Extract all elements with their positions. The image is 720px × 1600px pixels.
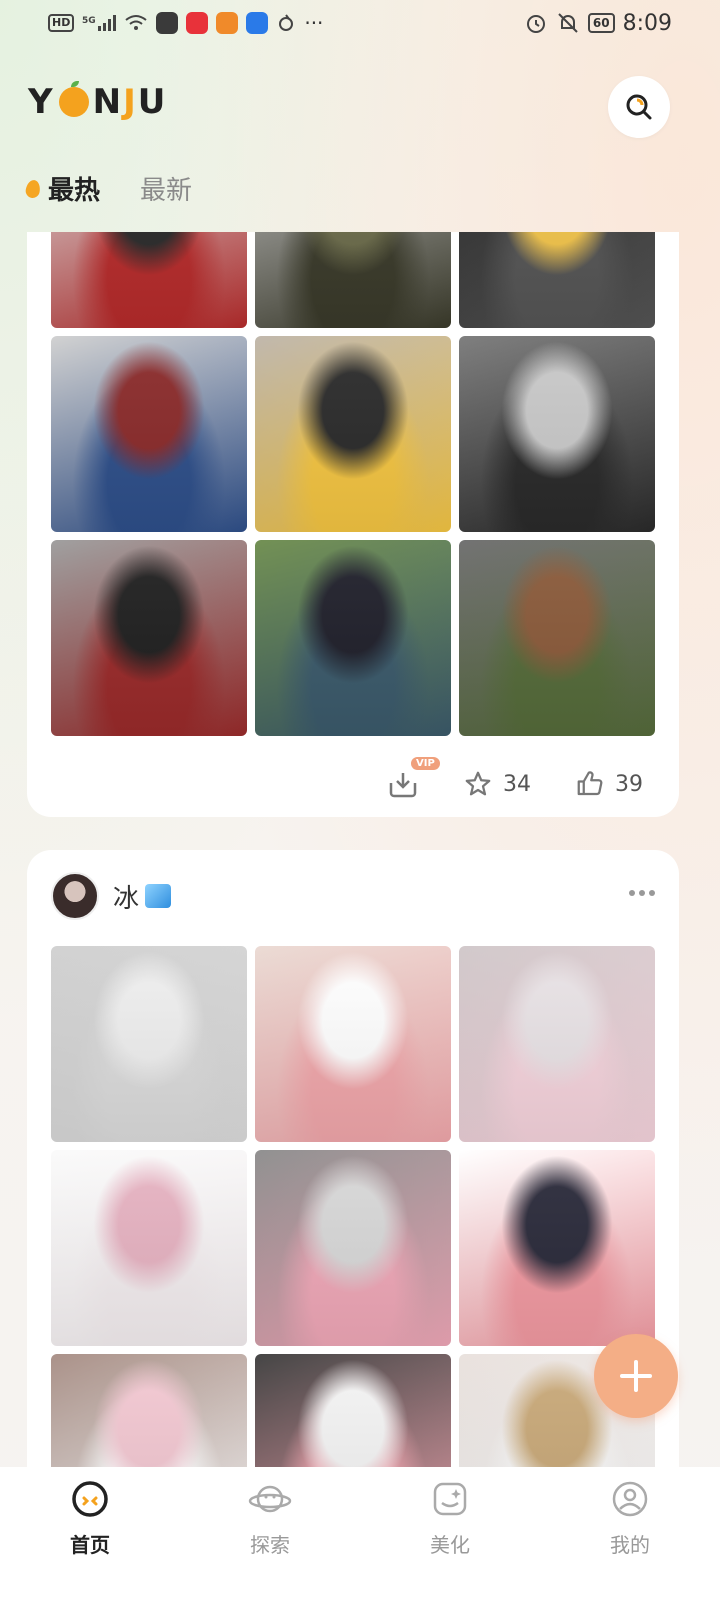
post-actions: VIP 34 39 xyxy=(387,757,643,799)
clock: 8:09 xyxy=(622,10,672,36)
sticker-icon xyxy=(433,1482,467,1516)
vip-badge: VIP xyxy=(411,757,440,770)
photo-pink-rose-bouquet-1[interactable] xyxy=(255,946,451,1142)
author-name[interactable]: 冰 xyxy=(113,878,172,915)
status-bar: HD 5G ··· 60 8:09 xyxy=(0,0,720,46)
photo-peace-sign-selfie[interactable] xyxy=(51,540,247,736)
feed-list[interactable]: #grid1 { top: -20px !important; } VIP 34 xyxy=(0,232,720,1467)
post-card: 冰 xyxy=(27,850,679,1467)
avatar[interactable] xyxy=(51,872,99,920)
like-button[interactable]: 39 xyxy=(575,769,643,799)
photo-pink-plush-toy[interactable] xyxy=(459,946,655,1142)
tab-newest[interactable]: 最新 xyxy=(140,170,192,207)
nav-label: 探索 xyxy=(250,1533,290,1557)
nav-beautify[interactable]: 美化 xyxy=(390,1479,510,1558)
home-face-icon xyxy=(72,1481,108,1517)
status-right: 60 8:09 xyxy=(524,11,672,36)
logo-letter: U xyxy=(137,82,168,122)
mute-bell-icon xyxy=(556,11,580,35)
nav-label: 我的 xyxy=(610,1533,650,1557)
nav-label: 首页 xyxy=(70,1533,110,1557)
photo-grid xyxy=(51,232,655,736)
download-button[interactable]: VIP xyxy=(387,757,440,799)
hd-badge: HD xyxy=(48,14,75,32)
tab-label: 最新 xyxy=(140,176,193,206)
ice-cube-icon xyxy=(145,884,172,908)
like-count: 39 xyxy=(615,771,643,797)
more-dot-icon xyxy=(649,890,655,896)
search-button[interactable] xyxy=(608,76,670,138)
nav-explore[interactable]: 探索 xyxy=(210,1479,330,1558)
thumbs-up-icon xyxy=(577,771,603,796)
more-dots-icon: ··· xyxy=(304,11,324,35)
post-author[interactable]: 冰 xyxy=(51,872,172,920)
photo-plaid-scarf-snow[interactable] xyxy=(51,336,247,532)
plus-icon xyxy=(620,1360,652,1392)
nav-label: 美化 xyxy=(430,1533,470,1557)
wifi-icon xyxy=(124,14,148,32)
app-tile-icon xyxy=(186,12,209,34)
nav-home[interactable]: 首页 xyxy=(30,1479,150,1558)
favorite-count: 34 xyxy=(503,771,531,797)
photo-school-uniform-lake[interactable] xyxy=(255,540,451,736)
post-card: #grid1 { top: -20px !important; } VIP 34 xyxy=(27,232,679,817)
orange-logo-icon xyxy=(58,81,89,117)
planet-icon xyxy=(248,1485,292,1513)
profile-icon xyxy=(612,1481,648,1517)
svg-text:5G: 5G xyxy=(82,16,96,26)
photo-pink-rose-bouquet-2[interactable] xyxy=(255,1354,451,1467)
nav-profile[interactable]: 我的 xyxy=(570,1479,690,1558)
flame-icon xyxy=(24,178,42,199)
photo-backpack-long-hair[interactable] xyxy=(255,232,451,328)
photo-hood-snow[interactable] xyxy=(459,336,655,532)
tab-hottest[interactable]: 最热 xyxy=(24,170,101,207)
photo-white-puppy-roses[interactable] xyxy=(51,1150,247,1346)
favorite-button[interactable]: 34 xyxy=(463,769,531,799)
photo-rose-bouquet-night[interactable] xyxy=(459,1150,655,1346)
photo-balloon-rose-bouquet[interactable] xyxy=(255,1150,451,1346)
bottom-navigation: 首页 探索 美化 我的 xyxy=(0,1467,720,1600)
photo-maple-leaf-girl[interactable] xyxy=(255,336,451,532)
photo-red-scarf-woman[interactable] xyxy=(51,232,247,328)
logo-letter: Y xyxy=(28,82,55,122)
more-dot-icon xyxy=(629,890,635,896)
photo-green-jacket-crouch[interactable] xyxy=(459,540,655,736)
logo-letter: J xyxy=(123,82,138,122)
alarm-icon xyxy=(524,11,548,35)
more-dot-icon xyxy=(639,890,645,896)
more-options-button[interactable] xyxy=(629,890,655,896)
tab-label: 最热 xyxy=(48,176,101,206)
star-icon xyxy=(465,771,491,796)
search-icon xyxy=(626,94,652,120)
app-tile-icon xyxy=(156,12,179,34)
download-icon xyxy=(389,773,417,798)
app-tile-icon xyxy=(216,12,239,34)
feed-tabs: 最热 最新 xyxy=(24,170,192,207)
photo-bubbles[interactable] xyxy=(51,946,247,1142)
battery-icon: 60 xyxy=(587,13,615,33)
swirl-icon xyxy=(276,13,296,33)
photo-grid xyxy=(51,946,655,1467)
status-left: HD 5G ··· xyxy=(48,11,323,35)
app-logo[interactable]: Y N J U xyxy=(28,81,168,122)
logo-letter: N xyxy=(92,82,124,122)
photo-street-knee-socks[interactable] xyxy=(459,232,655,328)
signal-5g-icon: 5G xyxy=(82,14,117,32)
author-name-text: 冰 xyxy=(113,883,140,914)
photo-white-bouquet-bag[interactable] xyxy=(51,1354,247,1467)
app-tile-icon xyxy=(246,12,269,34)
create-post-button[interactable] xyxy=(594,1334,678,1418)
